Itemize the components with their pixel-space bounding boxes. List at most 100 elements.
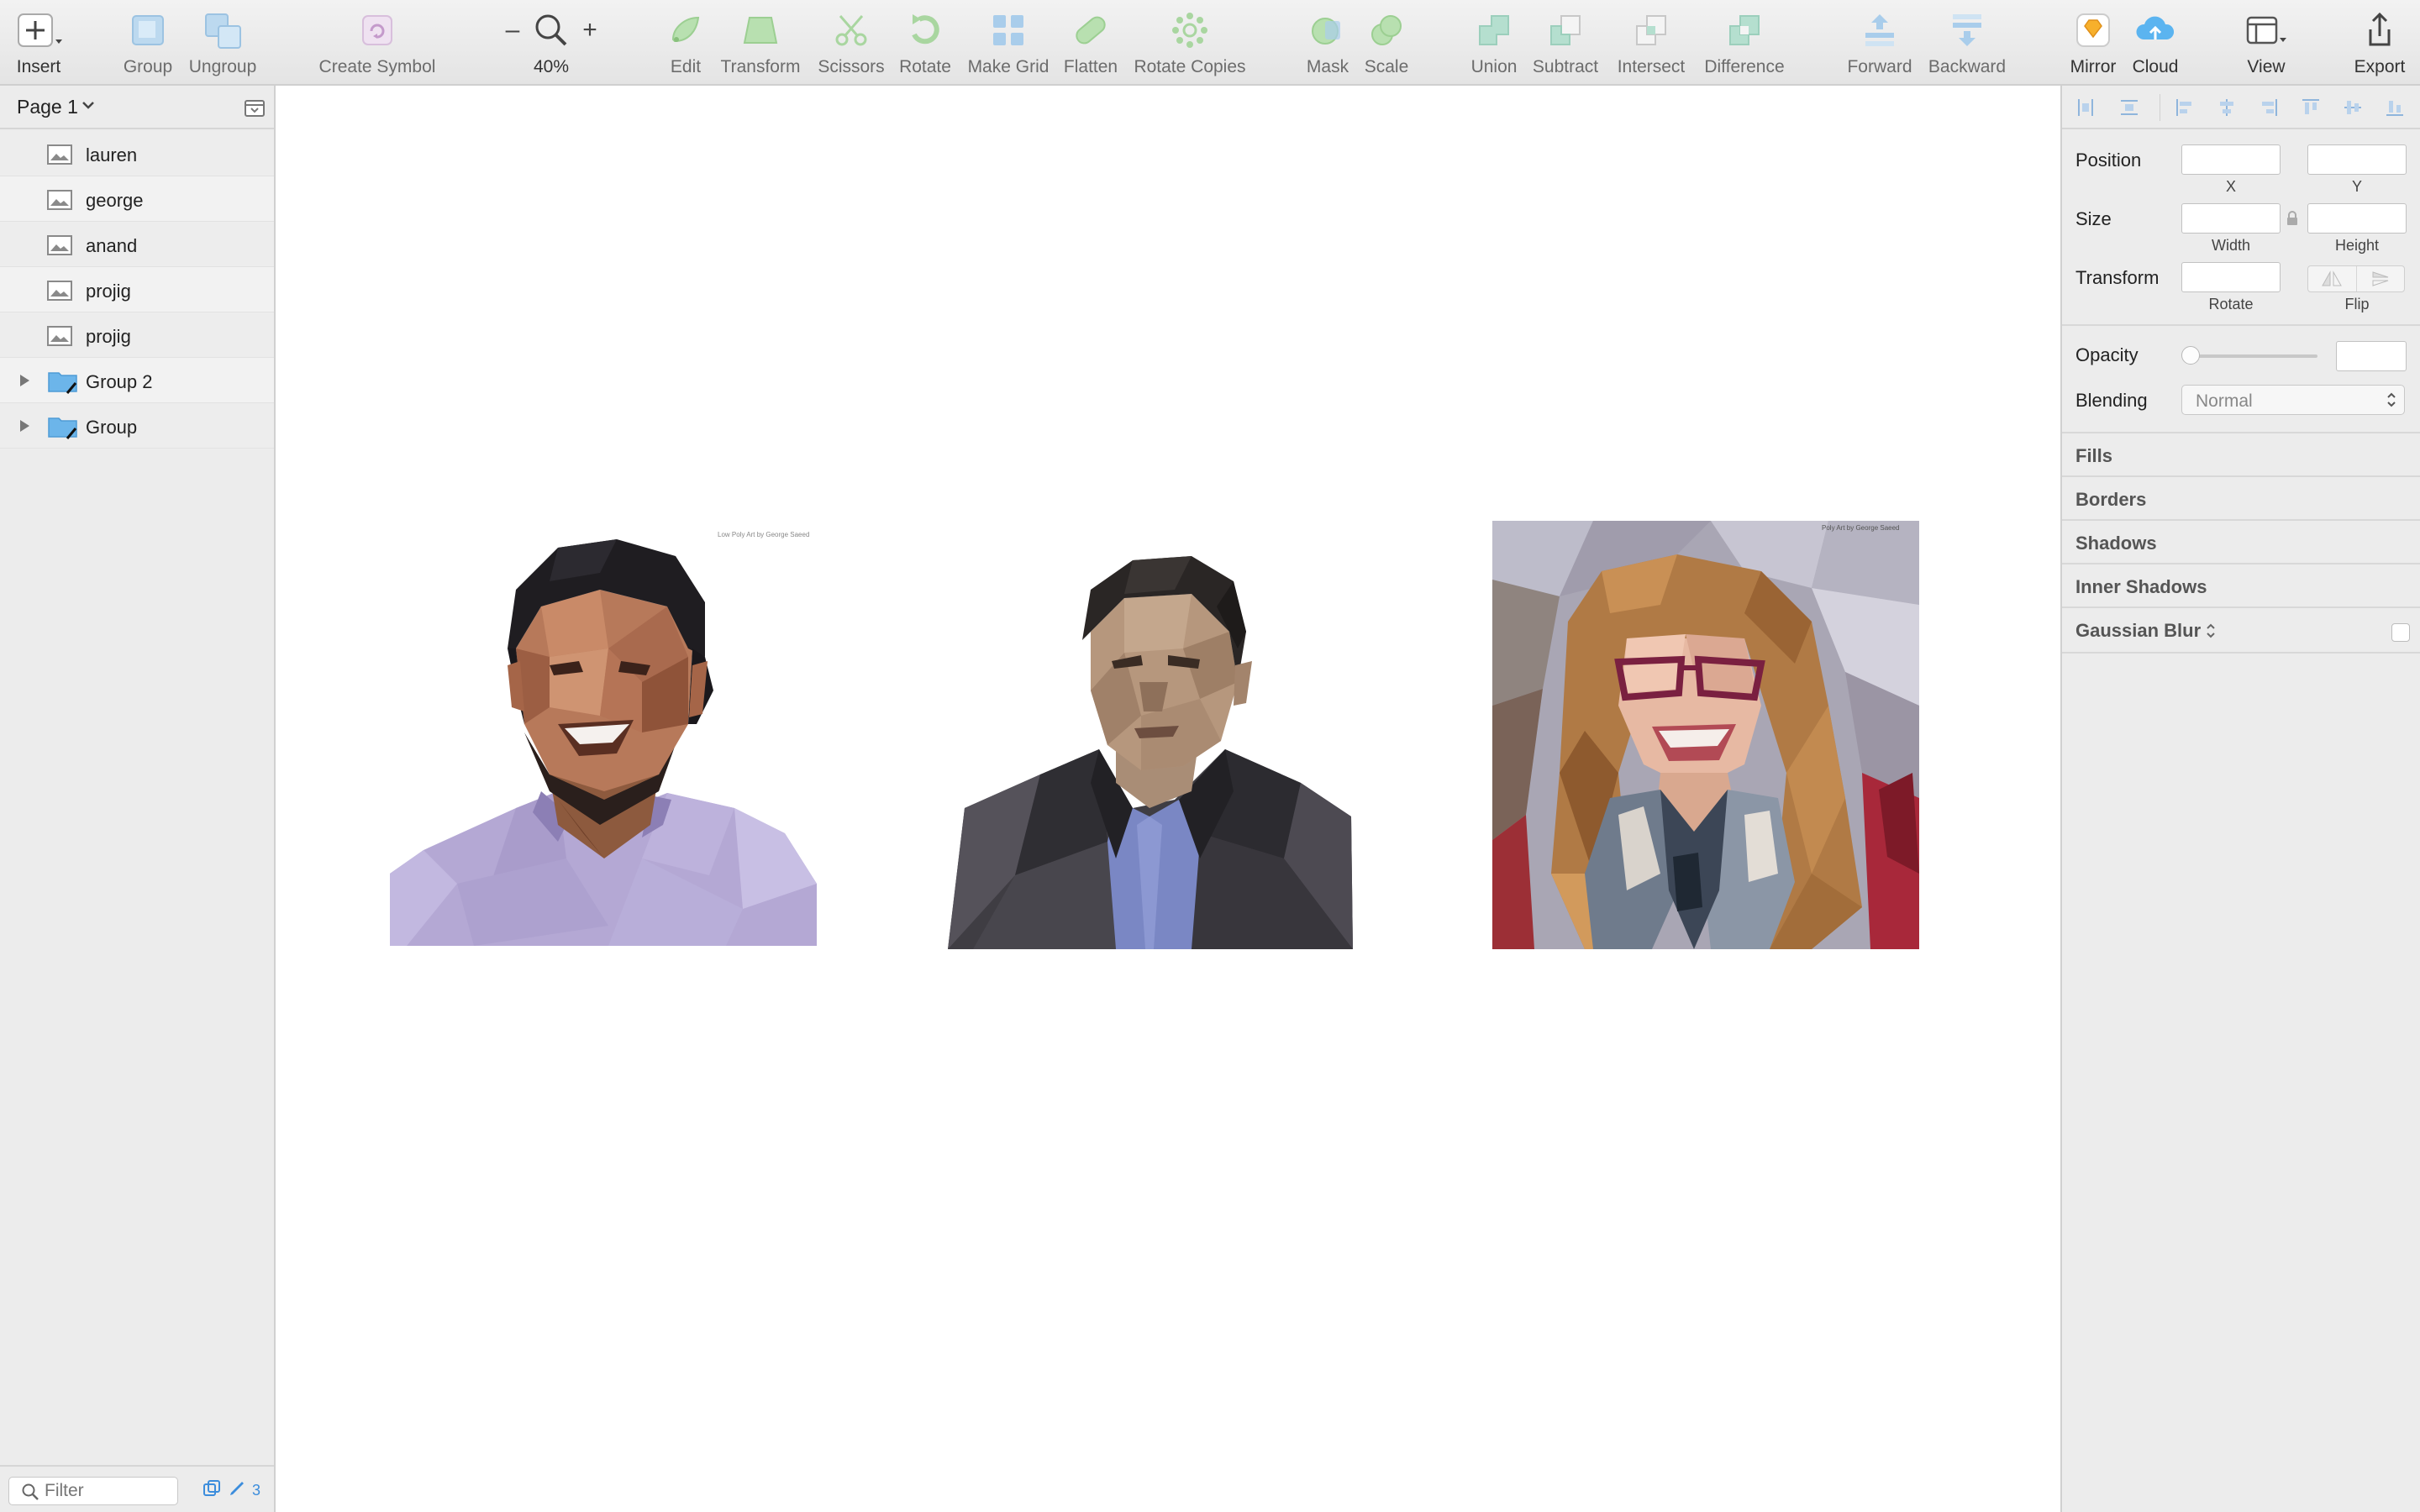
- layer-row-george[interactable]: george: [0, 176, 274, 222]
- intersect-button[interactable]: Intersect: [1612, 7, 1691, 82]
- layer-row-lauren[interactable]: lauren: [0, 131, 274, 176]
- section-divider: [2062, 324, 2420, 326]
- align-right-icon[interactable]: [2257, 96, 2281, 123]
- layer-row-group[interactable]: Group: [0, 403, 274, 449]
- y-field[interactable]: [2307, 144, 2407, 175]
- edit-button[interactable]: Edit: [664, 7, 708, 82]
- rotate-field[interactable]: [2181, 262, 2281, 292]
- flatten-button[interactable]: Flatten: [1060, 7, 1121, 82]
- fills-section[interactable]: Fills: [2075, 445, 2112, 467]
- subtract-button[interactable]: Subtract: [1528, 7, 1603, 82]
- mask-button[interactable]: Mask: [1304, 7, 1351, 82]
- view-button[interactable]: View: [2238, 7, 2294, 82]
- height-field[interactable]: [2307, 203, 2407, 234]
- image-layer-icon: [47, 190, 72, 214]
- section-divider: [2062, 652, 2420, 654]
- disclosure-triangle-icon[interactable]: [18, 419, 30, 437]
- group-icon: [127, 7, 169, 54]
- zoom-in-button[interactable]: +: [578, 7, 602, 82]
- opacity-field[interactable]: [2336, 341, 2407, 371]
- folder-icon: [47, 368, 79, 399]
- portrait-george[interactable]: [948, 556, 1353, 949]
- image-layer-icon: [47, 144, 72, 169]
- distribute-vertical-icon[interactable]: [2118, 96, 2141, 123]
- create-symbol-button[interactable]: Create Symbol: [314, 7, 440, 82]
- layer-name: lauren: [86, 144, 138, 165]
- gaussian-blur-section[interactable]: Gaussian Blur: [2075, 620, 2201, 642]
- send-backward-icon: [1946, 7, 1988, 54]
- backward-button[interactable]: Backward: [1924, 7, 2010, 82]
- align-left-icon[interactable]: [2173, 96, 2196, 123]
- scale-button[interactable]: Scale: [1361, 7, 1412, 82]
- layer-row-anand[interactable]: anand: [0, 222, 274, 267]
- lock-icon[interactable]: [2286, 210, 2299, 231]
- filter-input[interactable]: [45, 1481, 171, 1501]
- width-field[interactable]: [2181, 203, 2281, 234]
- x-field[interactable]: [2181, 144, 2281, 175]
- group-button[interactable]: Group: [121, 7, 175, 82]
- zoom-control[interactable]: 40%: [529, 7, 573, 82]
- distribute-horizontal-icon[interactable]: [2074, 96, 2097, 123]
- align-top-icon[interactable]: [2299, 96, 2323, 123]
- plus-icon: +: [582, 16, 597, 44]
- chevron-updown-icon[interactable]: [2205, 622, 2217, 644]
- cloud-button[interactable]: Cloud: [2129, 7, 2181, 82]
- transform-button[interactable]: Transform: [716, 7, 805, 82]
- mirror-label: Mirror: [2070, 57, 2117, 76]
- portrait-lauren[interactable]: Poly Art by George Saeed: [1492, 521, 1919, 949]
- mask-label: Mask: [1306, 57, 1349, 76]
- flip-caption: Flip: [2344, 296, 2370, 312]
- layer-name: anand: [86, 235, 138, 256]
- mirror-button[interactable]: Mirror: [2065, 7, 2121, 82]
- difference-button[interactable]: Difference: [1699, 7, 1790, 82]
- ungroup-label: Ungroup: [188, 57, 257, 76]
- flip-vertical-icon[interactable]: [2355, 266, 2405, 291]
- align-center-icon[interactable]: [2215, 96, 2238, 123]
- mask-icon: [1307, 7, 1349, 54]
- edit-label: Edit: [670, 57, 702, 76]
- zoom-out-button[interactable]: –: [501, 7, 524, 82]
- export-button[interactable]: Export: [2349, 7, 2410, 82]
- section-divider: [2062, 475, 2420, 477]
- flip-horizontal-icon[interactable]: [2308, 266, 2356, 291]
- ungroup-button[interactable]: Ungroup: [187, 7, 259, 82]
- intersect-icon: [1630, 7, 1672, 54]
- canvas[interactable]: Low Poly Art by George Saeed Poly Art by…: [276, 86, 2060, 1512]
- align-bottom-icon[interactable]: [2383, 96, 2407, 123]
- shadows-section[interactable]: Shadows: [2075, 533, 2157, 554]
- rotate-copies-button[interactable]: Rotate Copies: [1131, 7, 1249, 82]
- symbols-filter-icon[interactable]: [202, 1478, 222, 1503]
- rotate-button[interactable]: Rotate: [896, 7, 955, 82]
- scissors-button[interactable]: Scissors: [815, 7, 887, 82]
- backward-label: Backward: [1928, 57, 2007, 76]
- layer-row-projig[interactable]: projig: [0, 312, 274, 358]
- borders-section[interactable]: Borders: [2075, 489, 2146, 511]
- forward-button[interactable]: Forward: [1845, 7, 1914, 82]
- filter-field[interactable]: [8, 1477, 178, 1505]
- opacity-slider-knob[interactable]: [2181, 346, 2200, 365]
- rotate-copies-label: Rotate Copies: [1134, 57, 1246, 76]
- rotate-caption: Rotate: [2208, 296, 2254, 312]
- disclosure-triangle-icon[interactable]: [18, 374, 30, 391]
- alignment-toolbar: [2062, 86, 2420, 129]
- image-layer-icon: [47, 281, 72, 305]
- layer-row-group-2[interactable]: Group 2: [0, 358, 274, 403]
- union-button[interactable]: Union: [1469, 7, 1519, 82]
- collapse-pages-icon[interactable]: [244, 99, 266, 122]
- blending-select[interactable]: Normal: [2181, 385, 2405, 415]
- layer-row-projig[interactable]: projig: [0, 267, 274, 312]
- toolbar: Insert Group Ungroup Create Symbol – 40%…: [0, 0, 2420, 86]
- zoom-level: 40%: [533, 57, 570, 76]
- insert-button[interactable]: Insert: [12, 7, 66, 82]
- gaussian-blur-checkbox[interactable]: [2391, 623, 2410, 642]
- page-selector[interactable]: Page 1: [0, 86, 274, 129]
- make-grid-button[interactable]: Make Grid: [965, 7, 1052, 82]
- align-middle-icon[interactable]: [2341, 96, 2365, 123]
- portrait-anand[interactable]: Low Poly Art by George Saeed: [390, 522, 817, 946]
- make-grid-label: Make Grid: [967, 57, 1050, 76]
- opacity-slider-track[interactable]: [2185, 354, 2317, 358]
- edited-filter-icon[interactable]: [227, 1478, 247, 1503]
- rotate-icon: [904, 7, 946, 54]
- inner-shadows-section[interactable]: Inner Shadows: [2075, 576, 2207, 598]
- blending-label: Blending: [2075, 390, 2148, 411]
